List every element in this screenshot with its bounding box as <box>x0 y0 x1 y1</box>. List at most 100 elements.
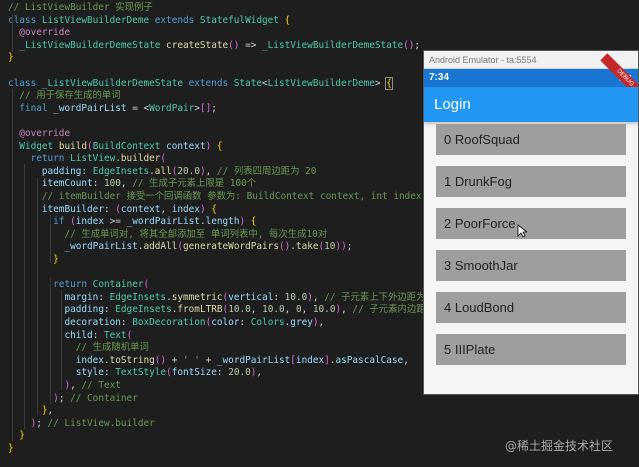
code-token: ; <box>36 417 48 429</box>
code-line: margin: EdgeInsets.symmetric(vertical: 1… <box>8 291 442 304</box>
code-token: addAll <box>143 241 178 253</box>
code-token: toString <box>109 354 155 366</box>
code-token: itemCount <box>41 178 93 190</box>
code-token: , <box>205 165 217 177</box>
code-token: : <box>273 291 285 303</box>
code-token: , <box>341 304 353 316</box>
code-token: () <box>403 39 415 51</box>
code-token: 20.0 <box>177 165 200 177</box>
list-item[interactable]: 5 IIIPlate <box>436 334 626 365</box>
list-item[interactable]: 3 SmoothJar <box>436 250 626 281</box>
code-token: vertical <box>228 291 274 303</box>
indent-guide <box>50 215 51 263</box>
code-line: itemBuilder: (context, index) { <box>8 203 217 216</box>
code-line: } <box>8 253 59 266</box>
code-token: margin <box>64 291 99 303</box>
code-token: index <box>75 216 104 228</box>
code-token: @override <box>19 27 71 39</box>
code-token: { <box>385 76 393 90</box>
code-token: grey <box>290 317 313 328</box>
code-token: builder <box>120 153 161 165</box>
list-item[interactable]: 0 RoofSquad <box>436 124 626 155</box>
code-token: , <box>284 304 296 316</box>
code-token: > <box>374 77 387 89</box>
code-token: index <box>171 203 200 215</box>
code-token: , <box>403 354 409 366</box>
code-token: // 用于保存生成的单词 <box>19 90 121 102</box>
code-token: // Container <box>70 392 138 404</box>
code-token: class <box>8 14 42 26</box>
code-token: [] <box>199 102 212 114</box>
code-token: padding <box>41 165 82 177</box>
code-token: ; <box>211 102 217 114</box>
list-item[interactable]: 4 LoudBond <box>436 292 626 323</box>
list-item[interactable]: 2 PoorForce <box>436 208 626 239</box>
code-token: { <box>211 203 217 215</box>
code-token: EdgeInsets <box>109 291 167 303</box>
code-token: index <box>75 354 104 366</box>
code-token: generateWordPairs <box>183 241 279 253</box>
code-token: + <box>166 354 184 366</box>
code-token: decoration <box>64 317 121 328</box>
code-token: { <box>284 14 291 26</box>
code-line: @override <box>8 127 70 140</box>
code-token: ; <box>346 241 353 253</box>
code-token: 10.0 <box>312 304 336 316</box>
indent-guide <box>61 290 62 390</box>
code-token: 10.0 <box>284 291 308 303</box>
code-token: @override <box>19 128 71 139</box>
code-token: extends <box>154 14 200 26</box>
code-token: color <box>211 317 240 328</box>
indent-guide <box>12 14 13 52</box>
code-token: symmetric <box>171 291 223 303</box>
code-token: // Text <box>81 380 121 391</box>
code-token: : <box>103 304 116 316</box>
code-line: if (index >= _wordPairList.length) { <box>8 215 256 228</box>
code-token: take <box>295 241 319 253</box>
list-item[interactable]: 1 DrunkFog <box>436 166 626 197</box>
code-token: TextStyle <box>115 367 167 379</box>
code-token: fromLTRB <box>177 304 223 316</box>
mouse-pointer-icon <box>517 224 527 238</box>
code-token: >= <box>103 216 127 228</box>
indent-guide <box>12 89 13 441</box>
watermark: @稀土掘金技术社区 <box>505 439 614 453</box>
code-line: Widget build(BuildContext context) { <box>8 140 223 153</box>
code-line: // itemBuilder 接受一个回调函数 参数为: BuildContex… <box>8 190 422 203</box>
word-list[interactable]: 0 RoofSquad 1 DrunkFog 2 PoorForce 3 Smo… <box>424 122 638 394</box>
code-token: () <box>228 39 240 51</box>
code-token: // 生成单词对, 将其全部添加至 单词列表中, 每次生成10对 <box>64 228 328 240</box>
code-line: // ListViewBuilder 实现例子 <box>8 1 153 14</box>
code-token: = < <box>126 102 150 114</box>
code-token: , <box>47 405 54 417</box>
code-token: child <box>64 329 93 341</box>
code-token: context <box>120 203 161 215</box>
code-token: BoxDecoration <box>132 317 206 328</box>
code-token: BuildContext <box>92 140 167 152</box>
code-token: , <box>160 203 172 215</box>
code-token: class <box>8 77 42 89</box>
code-token: StatefulWidget <box>199 14 285 26</box>
code-line: padding: EdgeInsets.all(20.0), // 列表四周边距… <box>8 165 317 178</box>
code-token: { <box>216 140 223 152</box>
code-token: // 列表四周边距为 20 <box>216 165 317 177</box>
code-token: , <box>318 317 325 328</box>
code-line: return Container( <box>8 278 149 291</box>
status-time: 7:34 <box>429 72 450 83</box>
code-token: return <box>30 153 71 165</box>
code-token: return <box>53 279 93 291</box>
code-line: _wordPairList.addAll(generateWordPairs()… <box>8 240 352 253</box>
code-line: } <box>8 429 25 442</box>
code-line: child: Text( <box>8 329 132 342</box>
code-token: Container <box>92 279 144 291</box>
code-token: padding <box>64 304 104 316</box>
